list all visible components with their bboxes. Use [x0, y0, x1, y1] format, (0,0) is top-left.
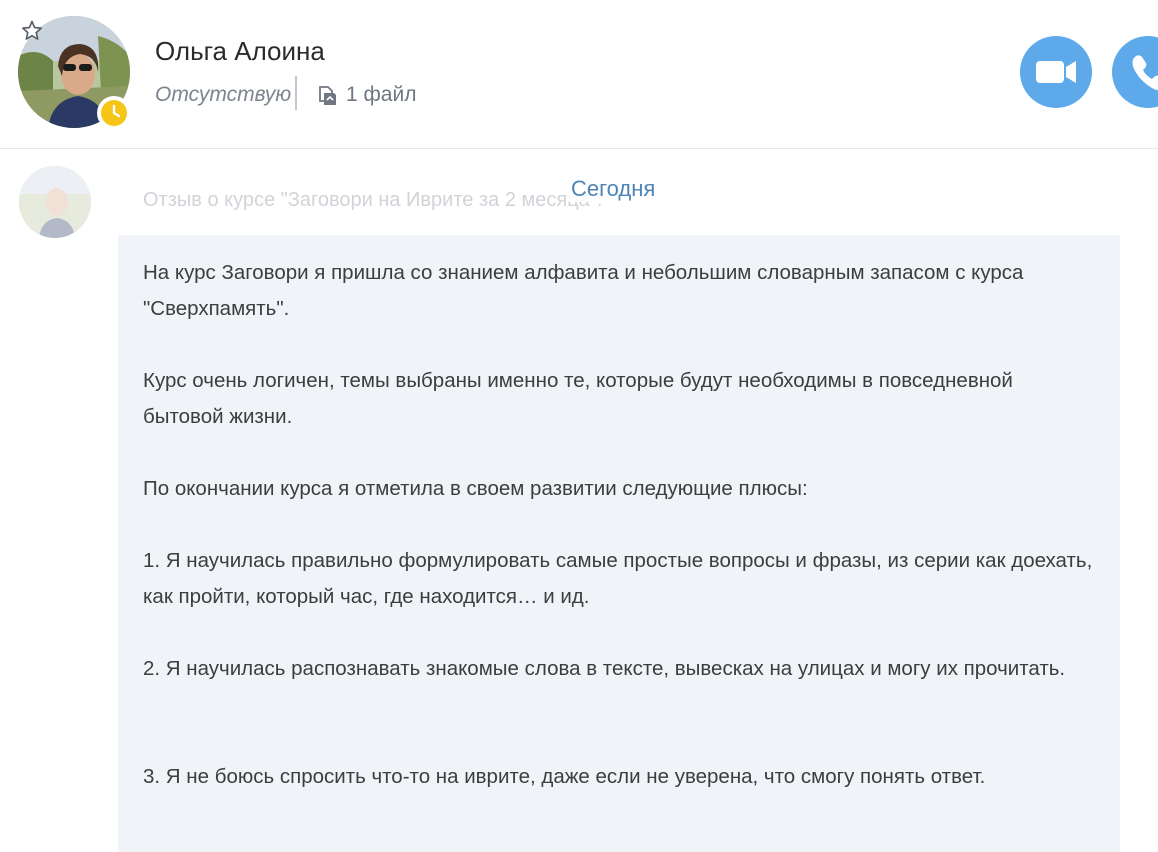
message-paragraph: 3. Я не боюсь спросить что-то на иврите,…: [143, 765, 986, 788]
files-icon: [319, 86, 336, 105]
video-call-button[interactable]: [1020, 36, 1092, 108]
header-divider: [295, 76, 297, 110]
video-camera-icon: [1036, 61, 1076, 83]
files-count-label: 1 файл: [346, 83, 417, 106]
message-paragraph: Курс очень логичен, темы выбраны именно …: [143, 369, 1013, 428]
message-paragraph: По окончании курса я отметила в своем ра…: [143, 477, 808, 500]
clock-icon: [101, 100, 127, 126]
phone-icon: [1132, 55, 1158, 91]
contact-name[interactable]: Ольга Алоина: [155, 36, 325, 67]
date-separator: Сегодня: [567, 176, 660, 202]
message-bubble[interactable]: На курс Заговори я пришла со знанием алф…: [118, 235, 1120, 852]
chat-header: Ольга Алоина Отсутствую 1 файл: [0, 0, 1158, 149]
message-subject-faded: Отзыв о курсе "Заговори на Иврите за 2 м…: [143, 189, 603, 211]
star-outline-icon[interactable]: [20, 19, 44, 43]
message-paragraph: 1. Я научилась правильно формулировать с…: [143, 549, 1093, 608]
audio-call-button[interactable]: [1112, 36, 1158, 108]
message-feed[interactable]: Отзыв о курсе "Заговори на Иврите за 2 м…: [0, 149, 1158, 852]
message-paragraph: На курс Заговори я пришла со знанием алф…: [143, 261, 1024, 320]
away-status-badge: [97, 96, 131, 130]
shared-files-link[interactable]: 1 файл: [316, 80, 416, 110]
presence-status: Отсутствую: [155, 83, 292, 106]
sender-avatar[interactable]: [19, 166, 91, 238]
message-paragraph: 2. Я научилась распознавать знакомые сло…: [143, 657, 1066, 680]
